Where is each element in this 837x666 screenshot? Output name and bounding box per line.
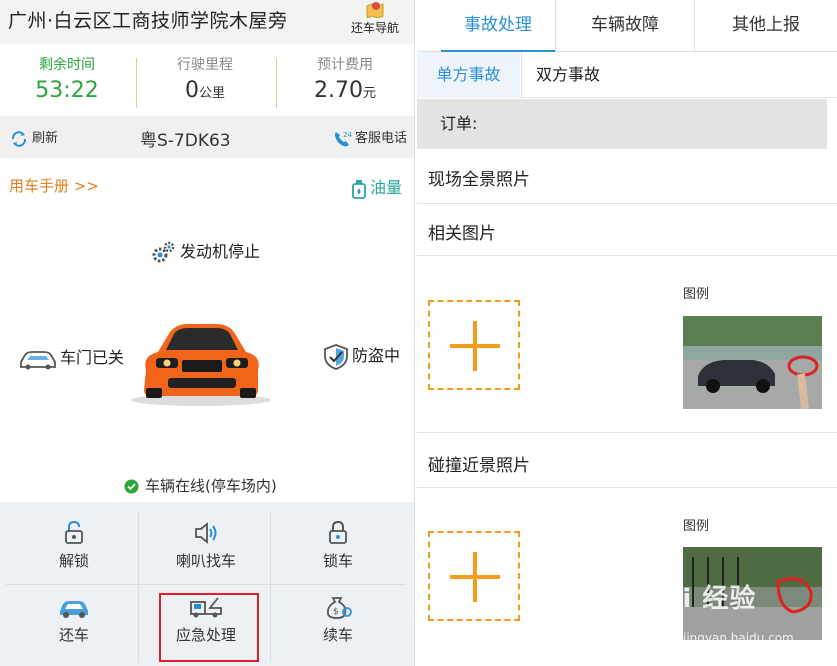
svg-text:$: $	[333, 607, 339, 617]
return-navigation-button[interactable]: 还车导航	[347, 0, 403, 44]
highlight-box	[159, 593, 259, 662]
phone-24h-badge: 24	[343, 131, 352, 139]
divider	[417, 487, 837, 488]
fuel-label: 油量	[369, 178, 402, 197]
stat-label: 剩余时间	[39, 57, 95, 73]
stat-value: 0	[184, 78, 199, 103]
accident-subtabs: 单方事故 双方事故	[417, 52, 837, 98]
right-panel: 事故处理 车辆故障 其他上报 单方事故 双方事故 订单: 现场全景照片 相关图片…	[417, 0, 837, 666]
section-collision-title: 碰撞近景照片	[428, 456, 530, 476]
renew-rental-button[interactable]: $ 续车	[272, 584, 404, 654]
return-car-label: 还车	[58, 626, 89, 644]
tab-vehicle-fault[interactable]: 车辆故障	[556, 0, 694, 52]
phone-24h-icon: 24	[334, 131, 352, 146]
lock-button[interactable]: 锁车	[272, 510, 404, 580]
fuel-icon	[352, 179, 366, 199]
online-status-label: 车辆在线(停车场内)	[145, 477, 277, 495]
section-panorama-title: 现场全景照片	[428, 170, 530, 190]
divider	[417, 432, 837, 433]
anti-theft-label: 防盗中	[352, 346, 401, 365]
watermark-url: jingyan.baidu.com	[683, 631, 794, 645]
engine-status: 发动机停止	[150, 238, 260, 266]
renew-rental-label: 续车	[322, 626, 353, 644]
example-photo-panorama	[683, 316, 822, 409]
map-pin-icon	[366, 2, 384, 18]
unlock-label: 解锁	[58, 552, 89, 570]
user-manual-link[interactable]: 用车手册 >>	[9, 175, 99, 196]
refresh-icon	[11, 130, 27, 147]
horn-find-car-button[interactable]: 喇叭找车	[140, 510, 272, 580]
car-icon	[60, 601, 88, 618]
car-door-icon	[20, 350, 56, 369]
stat-value: 53:22	[35, 78, 99, 103]
stat-mileage: 行驶里程 0公里	[140, 54, 270, 103]
check-circle-icon	[124, 479, 139, 494]
order-label: 订单:	[417, 99, 827, 149]
fuel-indicator[interactable]: 油量	[351, 174, 402, 199]
info-bar: 刷新 粤S-7DK63 24 客服电话	[0, 116, 414, 158]
section-related-title: 相关图片	[428, 224, 496, 244]
divider	[417, 255, 837, 256]
subtab-two-party[interactable]: 双方事故	[521, 52, 641, 98]
trip-stats: 剩余时间 53:22 行驶里程 0公里 预计费用 2.70元	[0, 44, 414, 116]
divider	[417, 203, 837, 204]
unlock-button[interactable]: 解锁	[8, 510, 140, 580]
door-status-label: 车门已关	[60, 348, 125, 367]
left-panel: 广州·白云区工商技师学院木屋旁 还车导航 剩余时间 53:22 行驶里程 0公里…	[0, 0, 415, 666]
horn-find-car-label: 喇叭找车	[175, 552, 236, 570]
license-plate: 粤S-7DK63	[140, 131, 231, 151]
subtab-single-party[interactable]: 单方事故	[417, 52, 520, 98]
lock-icon	[329, 520, 347, 544]
stat-value: 2.70	[314, 78, 363, 103]
example-label: 图例	[683, 287, 710, 302]
car-image	[131, 324, 271, 406]
anti-theft-status: 防盗中	[322, 342, 400, 371]
refresh-button[interactable]: 刷新	[10, 127, 58, 148]
return-car-button[interactable]: 还车	[8, 584, 140, 654]
location-text: 广州·白云区工商技师学院木屋旁	[8, 10, 288, 32]
add-collision-photo-button[interactable]	[428, 531, 520, 621]
stat-unit: 公里	[198, 86, 225, 101]
tab-accident[interactable]: 事故处理	[441, 0, 555, 52]
door-status: 车门已关	[18, 344, 124, 370]
shield-icon	[324, 343, 348, 370]
customer-service-label: 客服电话	[354, 131, 407, 146]
add-photo-button[interactable]	[428, 300, 520, 390]
engine-status-label: 发动机停止	[180, 242, 261, 261]
money-bag-icon: $	[326, 597, 352, 619]
location-header: 广州·白云区工商技师学院木屋旁 还车导航	[0, 0, 414, 44]
report-tabs: 事故处理 车辆故障 其他上报	[417, 0, 837, 52]
stat-label: 预计费用	[317, 57, 373, 73]
customer-service-button[interactable]: 24 客服电话	[332, 127, 407, 149]
stat-label: 行驶里程	[177, 57, 233, 73]
example-label: 图例	[683, 519, 710, 534]
gear-icon	[152, 241, 175, 262]
stat-unit: 元	[362, 86, 376, 101]
horn-icon	[195, 522, 217, 544]
online-status: 车辆在线(停车场内)	[124, 475, 277, 496]
stat-estimated-cost: 预计费用 2.70元	[280, 54, 410, 103]
stat-remaining-time: 剩余时间 53:22	[2, 54, 132, 103]
lock-label: 锁车	[322, 552, 353, 570]
stat-divider	[276, 58, 277, 108]
unlock-icon	[65, 520, 83, 544]
return-navigation-label: 还车导航	[350, 21, 399, 35]
stat-divider	[136, 58, 137, 108]
tab-other-report[interactable]: 其他上报	[695, 0, 837, 52]
refresh-label: 刷新	[32, 131, 59, 146]
watermark: Bai 经验	[643, 584, 757, 614]
